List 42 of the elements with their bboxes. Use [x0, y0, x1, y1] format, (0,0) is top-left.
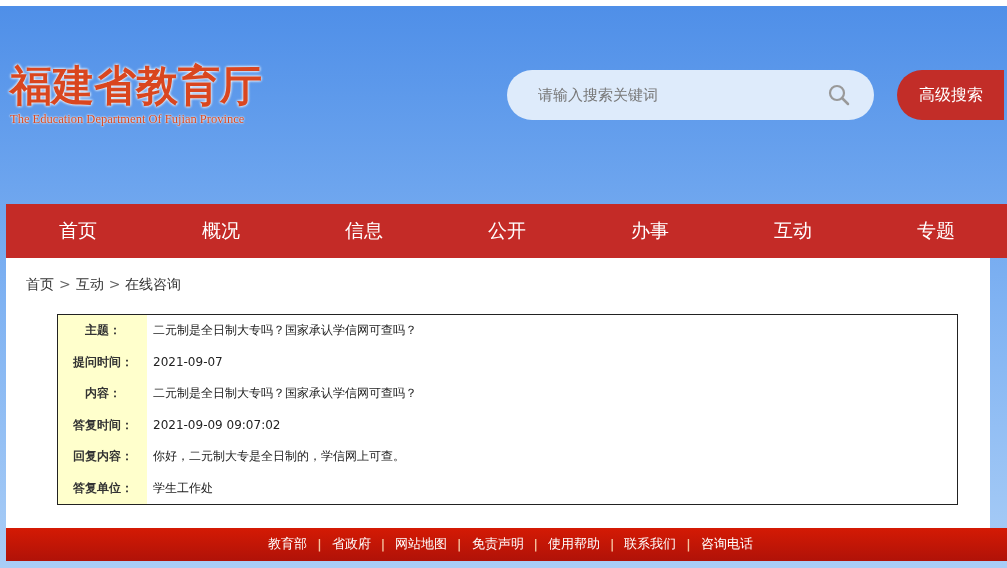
nav-item[interactable]: 办事 [578, 204, 721, 258]
advanced-search-button[interactable]: 高级搜索 [897, 70, 1004, 120]
field-label: 答复时间： [58, 409, 147, 441]
footer-separator: | [686, 537, 691, 552]
breadcrumb-link[interactable]: 首页 [26, 276, 54, 294]
field-value: 学生工作处 [152, 479, 213, 497]
logo-subtitle: The Education Department Of Fujian Province [10, 111, 246, 127]
field-value: 2021-09-07 [152, 354, 223, 372]
field-label: 内容： [58, 378, 147, 410]
nav-item[interactable]: 概况 [149, 204, 292, 258]
nav-item[interactable]: 公开 [435, 204, 578, 258]
field-value: 2021-09-09 09:07:02 [152, 417, 281, 435]
field-value: 二元制是全日制大专吗？国家承认学信网可查吗？ [152, 322, 417, 340]
footer-link[interactable]: 网站地图 [395, 536, 448, 553]
nav-item[interactable]: 信息 [292, 204, 435, 258]
field-value: 二元制是全日制大专吗？国家承认学信网可查吗？ [152, 385, 417, 403]
footer-separator: | [533, 537, 538, 552]
footer-separator: | [380, 537, 386, 552]
footer-link[interactable]: 教育部 [268, 536, 308, 553]
breadcrumb-separator: > [59, 276, 71, 294]
search-icon[interactable] [828, 84, 850, 106]
breadcrumb-link[interactable]: 在线咨询 [125, 276, 182, 294]
logo-title: 福建省教育厅 [10, 63, 262, 110]
footer-link[interactable]: 联系我们 [624, 536, 677, 553]
footer-link[interactable]: 省政府 [331, 536, 371, 553]
footer-link[interactable]: 使用帮助 [547, 536, 600, 553]
footer-link[interactable]: 免责声明 [471, 536, 524, 553]
field-label: 提问时间： [58, 346, 147, 378]
field-label: 答复单位： [58, 472, 147, 504]
breadcrumb-link[interactable]: 互动 [75, 276, 104, 294]
nav-item[interactable]: 互动 [721, 204, 864, 258]
field-label: 主题： [58, 315, 147, 347]
nav-item[interactable]: 首页 [6, 204, 149, 258]
nav-item[interactable]: 专题 [864, 204, 1007, 258]
field-value: 你好，二元制大专是全日制的，学信网上可查。 [152, 448, 405, 466]
field-label: 回复内容： [58, 441, 147, 473]
footer-separator: | [317, 537, 322, 552]
breadcrumb-separator: > [108, 276, 121, 294]
search-field[interactable]: 请输入搜索关键词 [507, 70, 874, 120]
footer-link[interactable]: 咨询电话 [700, 536, 753, 553]
footer-separator: | [609, 537, 615, 552]
footer-separator: | [457, 537, 462, 552]
